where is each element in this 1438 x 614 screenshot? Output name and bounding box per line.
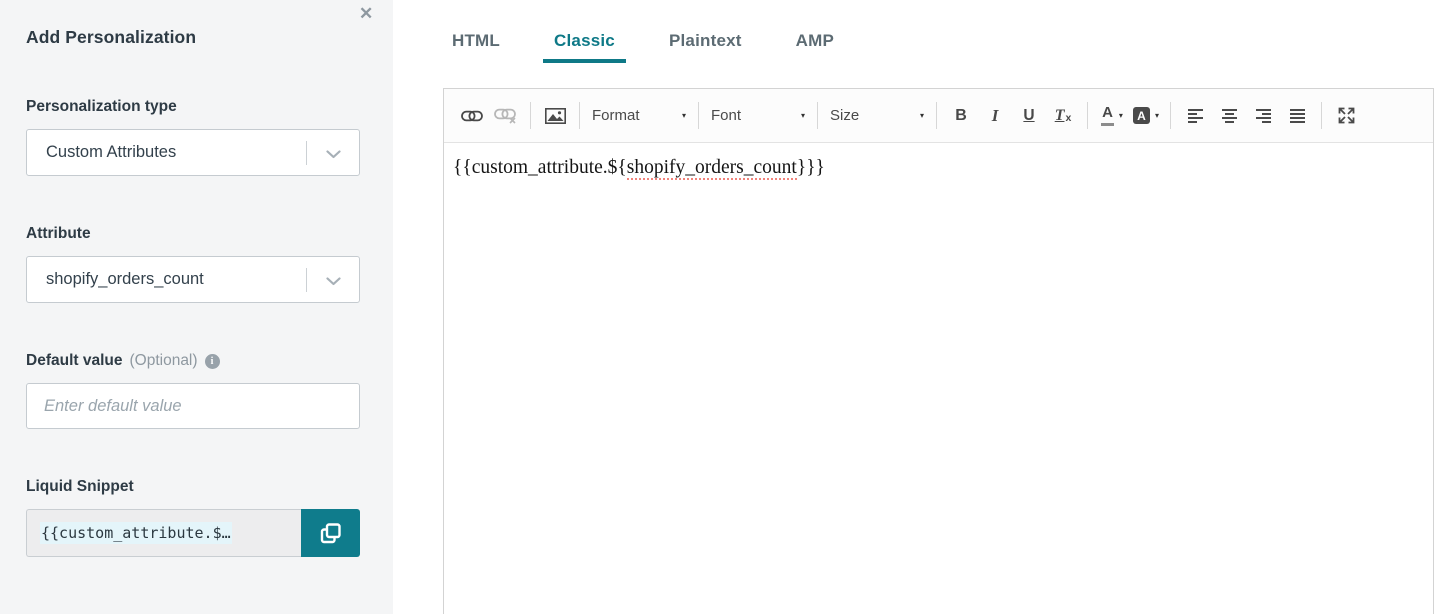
toolbar-separator [530, 102, 531, 129]
remove-format-icon: T [1055, 107, 1065, 125]
editor-tabs: HTML Classic Plaintext AMP [452, 31, 834, 63]
size-dropdown-label: Size [830, 107, 859, 124]
default-value-input[interactable] [26, 383, 360, 429]
maximize-icon[interactable] [1331, 101, 1361, 131]
personalization-type-select[interactable]: Custom Attributes [26, 129, 360, 176]
caret-down-icon: ▾ [920, 111, 924, 120]
font-dropdown-label: Font [711, 107, 741, 124]
tab-amp[interactable]: AMP [796, 31, 834, 63]
toolbar-separator [936, 102, 937, 129]
format-dropdown-label: Format [592, 107, 640, 124]
chevron-down-icon [326, 150, 341, 159]
personalization-type-label: Personalization type [26, 98, 177, 116]
toolbar-separator [1170, 102, 1171, 129]
tab-classic[interactable]: Classic [554, 31, 615, 63]
caret-down-icon: ▾ [682, 111, 686, 120]
liquid-snippet-value: {{custom_attribute.$… [40, 522, 232, 544]
underline-icon: U [1023, 107, 1034, 125]
liquid-snippet-label: Liquid Snippet [26, 478, 134, 496]
toolbar-separator [698, 102, 699, 129]
close-icon[interactable]: ✕ [359, 3, 373, 25]
caret-down-icon: ▾ [1155, 111, 1159, 120]
font-dropdown[interactable]: Font ▾ [706, 101, 810, 131]
liquid-snippet-row: {{custom_attribute.$… [26, 509, 360, 557]
editor-content[interactable]: {{custom_attribute.${shopify_orders_coun… [444, 143, 1433, 614]
liquid-text-misspelled: shopify_orders_count [627, 157, 797, 180]
editor-area: HTML Classic Plaintext AMP [443, 0, 1434, 614]
tab-plaintext[interactable]: Plaintext [669, 31, 742, 63]
optional-label: (Optional) [129, 352, 197, 370]
italic-icon: I [992, 106, 999, 126]
underline-button[interactable]: U [1014, 101, 1044, 131]
size-dropdown[interactable]: Size ▾ [825, 101, 929, 131]
default-value-label-row: Default value (Optional) i [26, 352, 220, 370]
align-right-icon[interactable] [1248, 101, 1278, 131]
text-color-button[interactable]: A ▾ [1097, 101, 1127, 131]
panel-title: Add Personalization [26, 27, 196, 48]
italic-button[interactable]: I [980, 101, 1010, 131]
format-dropdown[interactable]: Format ▾ [587, 101, 691, 131]
unlink-icon [491, 101, 521, 131]
select-divider [306, 268, 307, 292]
toolbar-separator [1087, 102, 1088, 129]
bold-icon: B [955, 107, 967, 125]
toolbar-separator [817, 102, 818, 129]
background-color-icon: A [1133, 107, 1150, 124]
link-icon[interactable] [457, 101, 487, 131]
select-divider [306, 141, 307, 165]
attribute-label: Attribute [26, 225, 91, 243]
image-icon[interactable] [540, 101, 570, 131]
tab-html[interactable]: HTML [452, 31, 500, 63]
background-color-button[interactable]: A ▾ [1131, 101, 1161, 131]
copy-icon [318, 521, 343, 546]
copy-snippet-button[interactable] [301, 509, 360, 557]
caret-down-icon: ▾ [1119, 111, 1123, 120]
chevron-down-icon [326, 277, 341, 286]
align-left-icon[interactable] [1180, 101, 1210, 131]
bold-button[interactable]: B [946, 101, 976, 131]
justify-icon[interactable] [1282, 101, 1312, 131]
rich-text-editor: Format ▾ Font ▾ Size ▾ B I U [443, 88, 1434, 614]
remove-format-button[interactable]: Tx [1048, 101, 1078, 131]
liquid-text-before: {{custom_attribute.${ [453, 157, 627, 178]
liquid-snippet-field: {{custom_attribute.$… [26, 509, 301, 557]
editor-toolbar: Format ▾ Font ▾ Size ▾ B I U [444, 89, 1433, 143]
attribute-value: shopify_orders_count [46, 270, 204, 289]
add-personalization-panel: ✕ Add Personalization Personalization ty… [0, 0, 393, 614]
caret-down-icon: ▾ [801, 111, 805, 120]
attribute-select[interactable]: shopify_orders_count [26, 256, 360, 303]
info-icon[interactable]: i [205, 354, 220, 369]
align-center-icon[interactable] [1214, 101, 1244, 131]
toolbar-separator [579, 102, 580, 129]
liquid-text-after: }}} [797, 157, 825, 178]
toolbar-separator [1321, 102, 1322, 129]
default-value-label: Default value [26, 352, 122, 370]
personalization-type-value: Custom Attributes [46, 143, 176, 162]
remove-format-sub: x [1065, 107, 1071, 130]
text-color-icon: A [1101, 105, 1114, 126]
